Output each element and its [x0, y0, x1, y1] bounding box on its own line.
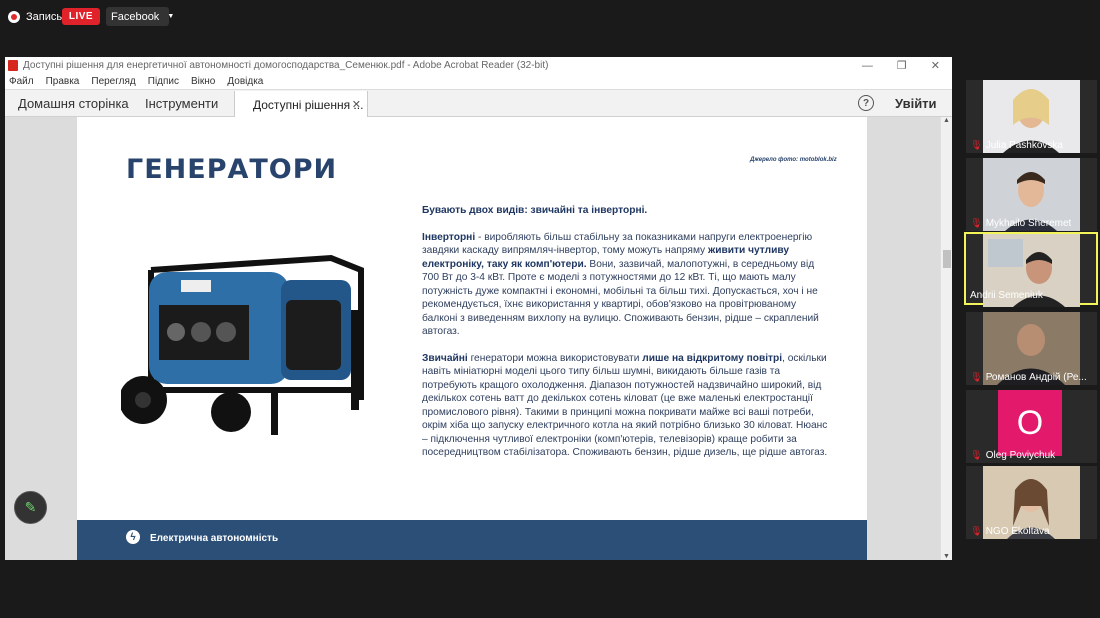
- participant-name: NGO Ekoltava: [985, 526, 1050, 537]
- lightning-icon: ϟ: [126, 530, 140, 544]
- menu-edit[interactable]: Правка: [46, 76, 80, 87]
- live-badge: LIVE: [62, 8, 100, 25]
- pdf-page: ГЕНЕРАТОРИ Джерело фото: motoblok.biz Бу…: [77, 117, 867, 560]
- participant-name: Mykhailo Sheremet: [985, 218, 1072, 229]
- close-tab-icon[interactable]: ✕: [352, 98, 361, 111]
- generator-image: [121, 254, 364, 435]
- footer-label: Електрична автономність: [150, 533, 279, 544]
- paragraph-conventional: Звичайні генератори можна використовуват…: [422, 352, 828, 459]
- window-title: Доступні рішення для енергетичної автоно…: [23, 60, 549, 71]
- paragraph-intro: Бувають двох видів: звичайні та інвертор…: [422, 205, 648, 216]
- title-bar: Доступні рішення для енергетичної автоно…: [5, 57, 952, 74]
- menu-view[interactable]: Перегляд: [91, 76, 135, 87]
- participant-tile[interactable]: 🎙 Julia Pashkovska: [966, 80, 1097, 153]
- mic-muted-icon: 🎙: [970, 450, 983, 461]
- scroll-up-icon[interactable]: ▲: [943, 117, 950, 124]
- acrobat-window: Доступні рішення для енергетичної автоно…: [5, 57, 952, 560]
- menu-file[interactable]: Файл: [9, 76, 34, 87]
- participant-name: Oleg Poviychuk: [985, 450, 1056, 461]
- slide-body-text: Бувають двох видів: звичайні та інвертор…: [422, 204, 828, 473]
- sign-in-button[interactable]: Увійти: [895, 90, 937, 117]
- tab-tools[interactable]: Інструменти: [145, 90, 218, 117]
- pen-icon: ✎: [24, 499, 37, 515]
- record-icon: [8, 11, 20, 23]
- photo-source: Джерело фото: motoblok.biz: [750, 157, 837, 163]
- destination-label: Facebook: [111, 10, 160, 23]
- participant-tile[interactable]: 🎙 Mykhailo Sheremet: [966, 158, 1097, 231]
- mic-muted-icon: 🎙: [970, 140, 983, 151]
- participant-name: Романов Андрій (Ре...: [985, 372, 1087, 383]
- stream-topbar: Запись LIVE Facebook ▼: [0, 0, 1100, 32]
- participant-avatar: O: [998, 390, 1062, 456]
- menu-window[interactable]: Вікно: [191, 76, 215, 87]
- mic-muted-icon: 🎙: [970, 526, 983, 537]
- stream-destination-dropdown[interactable]: Facebook ▼: [106, 7, 174, 26]
- window-controls: — ❐ ✕: [862, 57, 940, 74]
- tab-document[interactable]: Доступні рішення ... ✕: [234, 91, 368, 118]
- participant-name: Julia Pashkovska: [985, 140, 1063, 151]
- menu-bar: Файл Правка Перегляд Підпис Вікно Довідк…: [5, 74, 952, 89]
- document-tab-label: Доступні рішення ...: [253, 97, 364, 112]
- recording-indicator[interactable]: Запись: [8, 8, 62, 26]
- help-icon[interactable]: ?: [858, 95, 874, 111]
- mic-muted-icon: 🎙: [970, 372, 983, 383]
- tab-home[interactable]: Домашня сторінка: [18, 90, 129, 117]
- main-toolbar: Домашня сторінка Інструменти Доступні рі…: [5, 89, 952, 118]
- participant-tile[interactable]: 🎙 NGO Ekoltava: [966, 466, 1097, 539]
- recording-label: Запись: [26, 11, 63, 23]
- close-window-button[interactable]: ✕: [931, 59, 940, 72]
- menu-sign[interactable]: Підпис: [148, 76, 179, 87]
- document-viewport[interactable]: ГЕНЕРАТОРИ Джерело фото: motoblok.biz Бу…: [5, 117, 952, 560]
- restore-button[interactable]: ❐: [897, 59, 907, 72]
- minimize-button[interactable]: —: [862, 60, 873, 72]
- mic-muted-icon: 🎙: [970, 218, 983, 229]
- participant-name: Andrii Semeniuk: [970, 290, 1043, 301]
- paragraph-inverter: Інверторні - виробляють більш стабільну …: [422, 231, 819, 338]
- participant-tile-active-speaker[interactable]: Andrii Semeniuk: [964, 232, 1098, 307]
- slide-title: ГЕНЕРАТОРИ: [126, 154, 338, 185]
- annotate-pen-button[interactable]: ✎: [14, 491, 47, 524]
- scroll-down-icon[interactable]: ▼: [943, 553, 950, 560]
- vertical-scrollbar[interactable]: ▲ ▼: [940, 117, 952, 560]
- pdf-app-icon: [8, 60, 18, 71]
- scroll-thumb[interactable]: [943, 250, 951, 268]
- slide-footer: ϟ Електрична автономність: [77, 520, 867, 560]
- menu-help[interactable]: Довідка: [227, 76, 263, 87]
- chevron-down-icon: ▼: [167, 13, 175, 20]
- participant-tile[interactable]: O 🎙 Oleg Poviychuk: [966, 390, 1097, 463]
- participant-tile[interactable]: 🎙 Романов Андрій (Ре...: [966, 312, 1097, 385]
